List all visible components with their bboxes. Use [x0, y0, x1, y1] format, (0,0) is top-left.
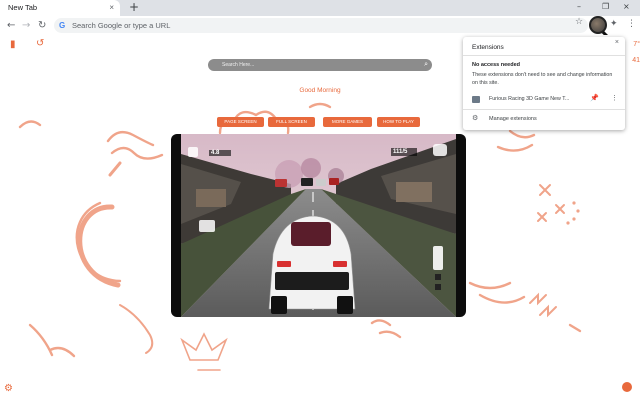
extensions-popup: Extensions × No access needed These exte… [463, 37, 625, 130]
game-scene [181, 134, 456, 317]
page-screen-button[interactable]: PAGE SCREEN [217, 117, 264, 127]
popup-divider-top [463, 55, 625, 56]
reload-icon[interactable]: ↻ [38, 16, 46, 35]
history-icon[interactable]: ↺ [36, 38, 44, 49]
window-close-icon[interactable]: × [623, 0, 630, 14]
popup-title: Extensions [472, 44, 504, 51]
bookmark-icon[interactable]: ▮ [10, 39, 16, 50]
chrome-menu-icon[interactable]: ⋮ [627, 19, 636, 29]
info-dot-icon[interactable] [622, 382, 632, 392]
no-access-heading: No access needed [472, 62, 520, 68]
minimize-icon[interactable]: – [577, 0, 581, 14]
weather-value: 41 [632, 57, 640, 64]
more-games-label: MORE GAMES [331, 119, 363, 124]
how-to-play-label: HOW TO PLAY [383, 119, 414, 124]
new-tab-button[interactable]: + [129, 0, 139, 15]
tab-title: New Tab [8, 3, 38, 12]
tab-new-tab[interactable]: New Tab × [0, 0, 120, 16]
gear-indicator: 4.8 [211, 150, 220, 156]
popup-divider-bottom [463, 109, 625, 110]
page-screen-label: PAGE SCREEN [224, 119, 257, 124]
popup-close-icon[interactable]: × [615, 39, 619, 46]
extension-more-icon[interactable]: ⋮ [611, 94, 618, 102]
search-input[interactable]: Search Here... ⌕ [208, 59, 432, 71]
maximize-icon[interactable]: ❐ [602, 0, 609, 14]
address-bar-placeholder: Search Google or type a URL [72, 21, 171, 30]
address-bar[interactable]: G Search Google or type a URL [54, 18, 588, 33]
full-screen-label: FULL SCREEN [276, 119, 307, 124]
extension-thumbnail-icon [472, 96, 480, 103]
tab-strip: New Tab × + – ❐ × [0, 0, 640, 16]
pin-icon[interactable]: 📌 [590, 94, 599, 102]
weather-temperature: 7° [633, 41, 640, 48]
tab-close-icon[interactable]: × [109, 0, 114, 16]
toolbar: ← → ↻ G Search Google or type a URL [0, 16, 640, 35]
settings-gear-icon[interactable]: ⚙ [4, 383, 13, 394]
back-icon[interactable]: ← [7, 16, 15, 35]
game-frame[interactable]: 4.8 111/5 [171, 134, 466, 317]
manage-extensions-link[interactable]: Manage extensions [489, 116, 537, 122]
extension-item-name[interactable]: Furious Racing 3D Game New T... [489, 96, 569, 102]
more-games-button[interactable]: MORE GAMES [323, 117, 372, 127]
how-to-play-button[interactable]: HOW TO PLAY [377, 117, 420, 127]
forward-icon[interactable]: → [22, 16, 30, 35]
full-screen-button[interactable]: FULL SCREEN [268, 117, 315, 127]
search-icon[interactable]: ⌕ [424, 59, 428, 71]
extensions-puzzle-icon[interactable]: ✦ [610, 19, 618, 29]
manage-extensions-gear-icon: ⚙ [472, 115, 479, 122]
speed-indicator: 111/5 [393, 149, 408, 155]
no-access-description: These extensions don't need to see and c… [472, 72, 613, 86]
google-icon: G [59, 21, 66, 30]
search-placeholder: Search Here... [222, 62, 255, 68]
bookmark-star-icon[interactable]: ☆ [575, 17, 583, 27]
